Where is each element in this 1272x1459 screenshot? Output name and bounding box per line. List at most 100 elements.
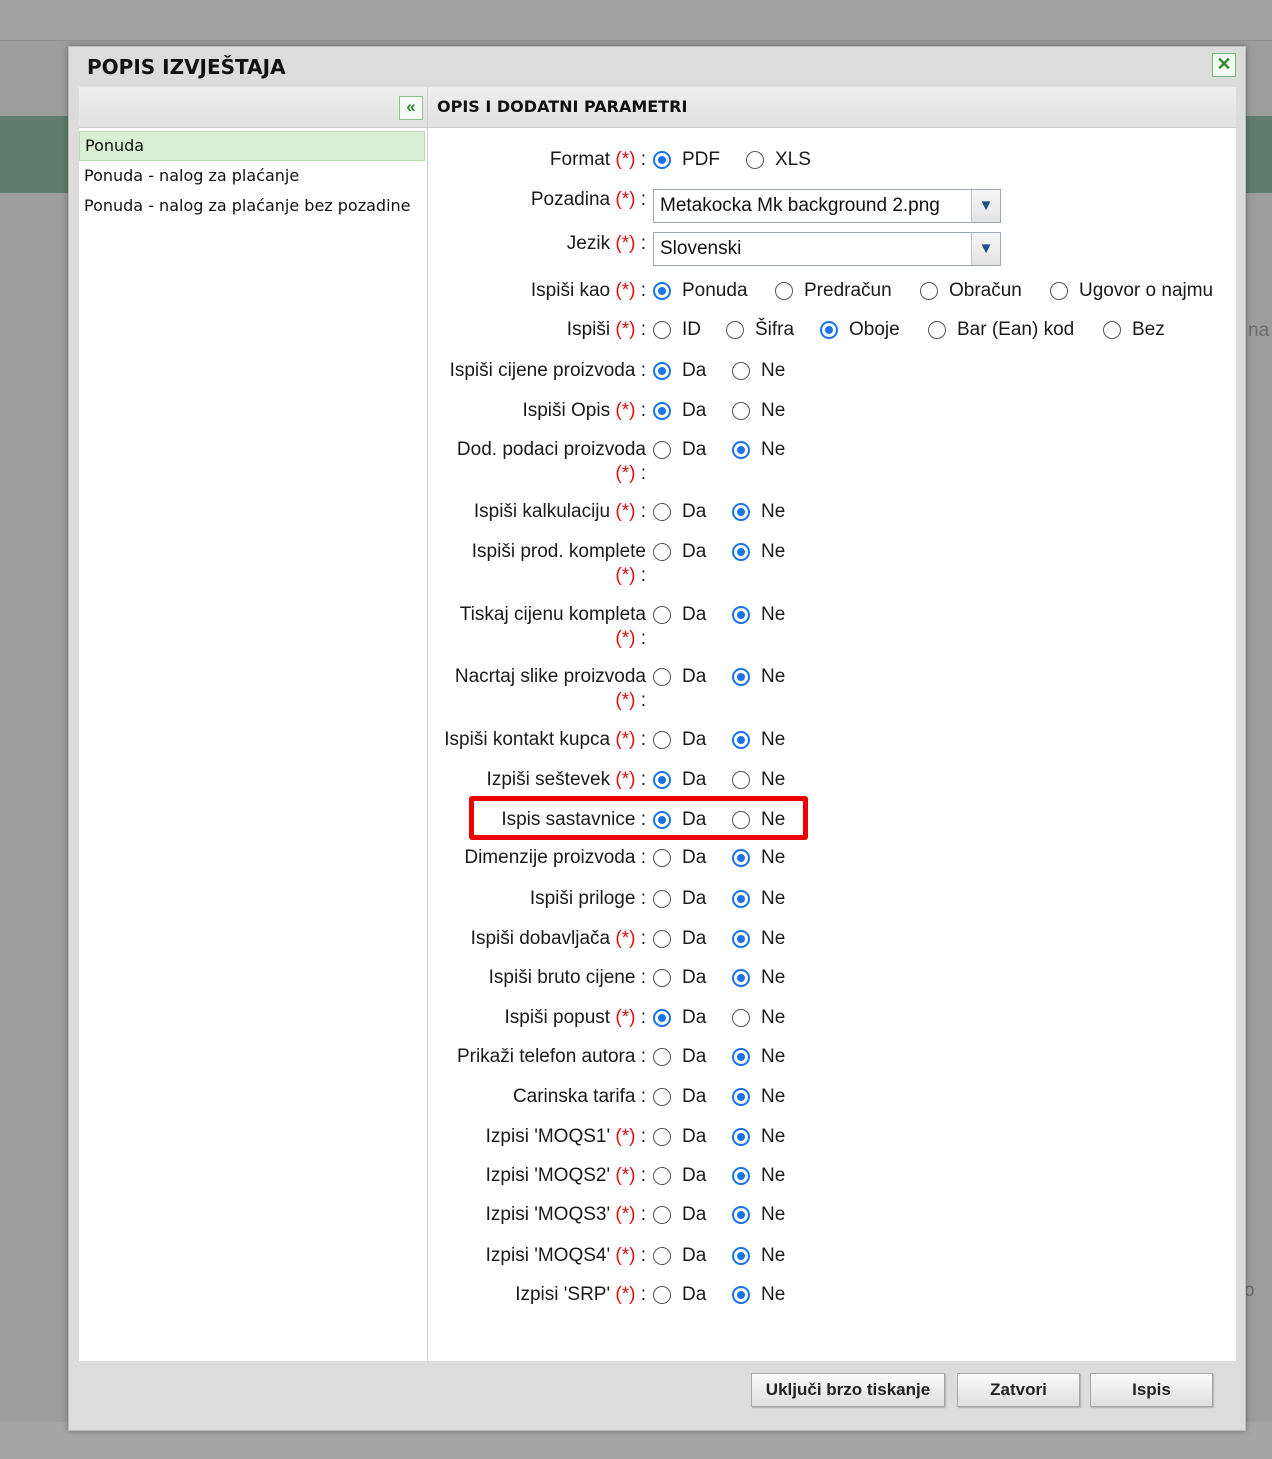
- radio-unchecked-icon[interactable]: [732, 771, 750, 789]
- radio-option[interactable]: Ne: [732, 768, 785, 792]
- radio-option[interactable]: Ne: [732, 846, 785, 870]
- radio-option[interactable]: Da: [653, 359, 706, 383]
- radio-checked-icon[interactable]: [732, 503, 750, 521]
- radio-unchecked-icon[interactable]: [920, 282, 938, 300]
- radio-option[interactable]: Da: [653, 540, 706, 564]
- radio-option[interactable]: Ne: [732, 927, 785, 951]
- close-icon[interactable]: ✕: [1212, 53, 1236, 77]
- language-select[interactable]: Slovenski ▼: [653, 232, 1001, 266]
- radio-option[interactable]: Da: [653, 887, 706, 911]
- radio-unchecked-icon[interactable]: [653, 1167, 671, 1185]
- report-list-item[interactable]: Ponuda: [79, 131, 425, 161]
- radio-checked-icon[interactable]: [653, 1009, 671, 1027]
- radio-option[interactable]: Da: [653, 603, 706, 627]
- radio-checked-icon[interactable]: [732, 1048, 750, 1066]
- radio-option[interactable]: Da: [653, 500, 706, 524]
- radio-option[interactable]: Da: [653, 1283, 706, 1307]
- radio-option[interactable]: Da: [653, 1125, 706, 1149]
- radio-unchecked-icon[interactable]: [732, 402, 750, 420]
- radio-checked-icon[interactable]: [653, 151, 671, 169]
- radio-unchecked-icon[interactable]: [653, 849, 671, 867]
- radio-option[interactable]: XLS: [746, 148, 811, 172]
- close-button[interactable]: Zatvori: [957, 1373, 1080, 1407]
- radio-unchecked-icon[interactable]: [653, 1088, 671, 1106]
- double-chevron-left-icon[interactable]: «: [399, 96, 423, 120]
- radio-unchecked-icon[interactable]: [653, 969, 671, 987]
- radio-checked-icon[interactable]: [732, 849, 750, 867]
- radio-option[interactable]: Ne: [732, 540, 785, 564]
- radio-unchecked-icon[interactable]: [732, 362, 750, 380]
- chevron-down-icon[interactable]: ▼: [971, 233, 1000, 265]
- report-list-item[interactable]: Ponuda - nalog za plaćanje bez pozadine: [79, 191, 425, 221]
- radio-checked-icon[interactable]: [732, 1286, 750, 1304]
- radio-unchecked-icon[interactable]: [1050, 282, 1068, 300]
- radio-option[interactable]: Da: [653, 1006, 706, 1030]
- radio-option[interactable]: Ne: [732, 399, 785, 423]
- radio-checked-icon[interactable]: [732, 543, 750, 561]
- radio-checked-icon[interactable]: [732, 1128, 750, 1146]
- radio-option[interactable]: Bar (Ean) kod: [928, 318, 1074, 342]
- radio-option[interactable]: Ne: [732, 1164, 785, 1188]
- radio-option[interactable]: Da: [653, 665, 706, 689]
- radio-option[interactable]: Da: [653, 927, 706, 951]
- radio-unchecked-icon[interactable]: [746, 151, 764, 169]
- radio-option[interactable]: Ne: [732, 1244, 785, 1268]
- radio-option[interactable]: Ne: [732, 1045, 785, 1069]
- radio-option[interactable]: Ne: [732, 665, 785, 689]
- radio-unchecked-icon[interactable]: [928, 321, 946, 339]
- radio-unchecked-icon[interactable]: [653, 1128, 671, 1146]
- radio-option[interactable]: Ne: [732, 1085, 785, 1109]
- radio-option[interactable]: Ponuda: [653, 279, 748, 303]
- radio-unchecked-icon[interactable]: [653, 441, 671, 459]
- radio-unchecked-icon[interactable]: [775, 282, 793, 300]
- radio-option[interactable]: Da: [653, 1045, 706, 1069]
- radio-option[interactable]: Da: [653, 1164, 706, 1188]
- radio-checked-icon[interactable]: [732, 1088, 750, 1106]
- quick-print-button[interactable]: Uključi brzo tiskanje: [751, 1373, 945, 1407]
- radio-option[interactable]: Ugovor o najmu: [1050, 279, 1213, 303]
- radio-option[interactable]: Ne: [732, 728, 785, 752]
- radio-unchecked-icon[interactable]: [653, 1206, 671, 1224]
- radio-unchecked-icon[interactable]: [732, 1009, 750, 1027]
- radio-option[interactable]: Oboje: [820, 318, 900, 342]
- radio-option[interactable]: Da: [653, 438, 706, 462]
- radio-option[interactable]: Da: [653, 1085, 706, 1109]
- radio-checked-icon[interactable]: [653, 362, 671, 380]
- radio-checked-icon[interactable]: [732, 668, 750, 686]
- radio-option[interactable]: Ne: [732, 1006, 785, 1030]
- radio-option[interactable]: Da: [653, 846, 706, 870]
- radio-checked-icon[interactable]: [820, 321, 838, 339]
- radio-unchecked-icon[interactable]: [653, 543, 671, 561]
- radio-unchecked-icon[interactable]: [653, 1048, 671, 1066]
- radio-unchecked-icon[interactable]: [653, 930, 671, 948]
- radio-option[interactable]: PDF: [653, 148, 720, 172]
- radio-checked-icon[interactable]: [732, 930, 750, 948]
- radio-option[interactable]: Bez: [1103, 318, 1165, 342]
- radio-option[interactable]: Ne: [732, 1283, 785, 1307]
- radio-checked-icon[interactable]: [732, 1206, 750, 1224]
- radio-unchecked-icon[interactable]: [653, 890, 671, 908]
- radio-option[interactable]: Ne: [732, 500, 785, 524]
- radio-checked-icon[interactable]: [653, 402, 671, 420]
- radio-option[interactable]: Šifra: [726, 318, 794, 342]
- radio-checked-icon[interactable]: [732, 1167, 750, 1185]
- background-select[interactable]: Metakocka Mk background 2.png ▼: [653, 189, 1001, 223]
- radio-checked-icon[interactable]: [732, 606, 750, 624]
- report-list-item[interactable]: Ponuda - nalog za plaćanje: [79, 161, 425, 191]
- radio-option[interactable]: ID: [653, 318, 701, 342]
- radio-option[interactable]: Da: [653, 1244, 706, 1268]
- radio-option[interactable]: Da: [653, 728, 706, 752]
- radio-unchecked-icon[interactable]: [653, 1286, 671, 1304]
- radio-unchecked-icon[interactable]: [1103, 321, 1121, 339]
- radio-option[interactable]: Obračun: [920, 279, 1022, 303]
- radio-checked-icon[interactable]: [732, 441, 750, 459]
- radio-checked-icon[interactable]: [653, 282, 671, 300]
- radio-unchecked-icon[interactable]: [653, 1247, 671, 1265]
- radio-option[interactable]: Ne: [732, 359, 785, 383]
- radio-checked-icon[interactable]: [732, 731, 750, 749]
- radio-checked-icon[interactable]: [732, 890, 750, 908]
- radio-checked-icon[interactable]: [732, 1247, 750, 1265]
- radio-unchecked-icon[interactable]: [653, 731, 671, 749]
- radio-option[interactable]: Predračun: [775, 279, 892, 303]
- radio-option[interactable]: Ne: [732, 966, 785, 990]
